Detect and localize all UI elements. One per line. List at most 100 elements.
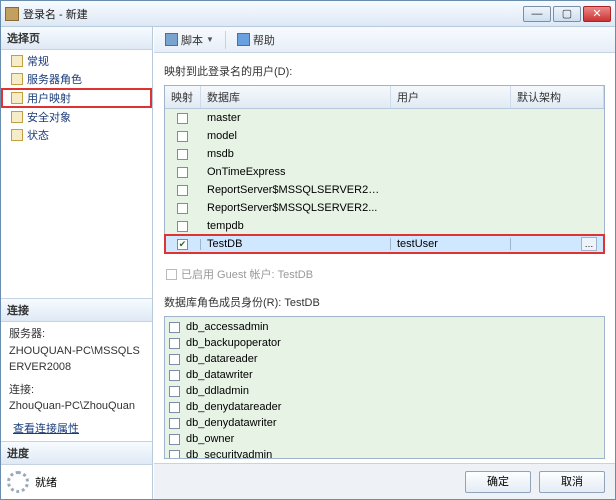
window-title: 登录名 - 新建 xyxy=(23,6,523,22)
mapping-row[interactable]: model xyxy=(165,127,604,145)
col-db-header[interactable]: 数据库 xyxy=(201,86,391,108)
role-row[interactable]: db_datareader xyxy=(169,351,600,367)
ok-button[interactable]: 确定 xyxy=(465,471,531,493)
content: 映射到此登录名的用户(D): 映射 数据库 用户 默认架构 master mode… xyxy=(154,53,615,463)
sidebar-item-user-mapping[interactable]: 用户映射 xyxy=(1,88,152,108)
page-icon xyxy=(11,129,23,141)
dialog-window: 登录名 - 新建 — ▢ ✕ 选择页 常规 服务器角色 用户映射 安全对象 状态… xyxy=(0,0,616,500)
map-checkbox[interactable] xyxy=(177,167,188,178)
cancel-button[interactable]: 取消 xyxy=(539,471,605,493)
map-checkbox[interactable] xyxy=(177,185,188,196)
role-row[interactable]: db_accessadmin xyxy=(169,319,600,335)
role-checkbox[interactable] xyxy=(169,338,180,349)
sidebar-item-label: 安全对象 xyxy=(27,109,71,125)
db-name-cell: master xyxy=(201,112,391,124)
role-checkbox[interactable] xyxy=(169,450,180,460)
dialog-body: 选择页 常规 服务器角色 用户映射 安全对象 状态 连接 服务器: ZHOUQU… xyxy=(1,27,615,499)
db-name-cell: msdb xyxy=(201,148,391,160)
db-name-cell: ReportServer$MSSQLSERVER2... xyxy=(201,202,391,214)
role-checkbox[interactable] xyxy=(169,354,180,365)
role-name: db_denydatareader xyxy=(186,401,281,413)
connection-section: 连接 服务器: ZHOUQUAN-PC\MSSQLSERVER2008 连接: … xyxy=(1,298,152,441)
sidebar-item-label: 服务器角色 xyxy=(27,71,82,87)
minimize-button[interactable]: — xyxy=(523,6,551,22)
user-cell[interactable]: testUser xyxy=(391,238,511,250)
server-label: 服务器: xyxy=(9,326,144,343)
role-row[interactable]: db_securityadmin xyxy=(169,447,600,459)
script-label: 脚本 xyxy=(181,32,203,48)
mapping-row[interactable]: tempdb xyxy=(165,217,604,235)
progress-spinner-icon xyxy=(7,471,29,493)
page-icon xyxy=(11,92,23,104)
map-checkbox[interactable] xyxy=(177,221,188,232)
mapping-grid-body: master model msdb OnTimeExpress ReportServer… xyxy=(165,109,604,253)
map-checkbox[interactable] xyxy=(177,203,188,214)
mapping-row[interactable]: TestDBtestUser… xyxy=(165,235,604,253)
titlebar[interactable]: 登录名 - 新建 — ▢ ✕ xyxy=(1,1,615,27)
role-row[interactable]: db_denydatawriter xyxy=(169,415,600,431)
role-checkbox[interactable] xyxy=(169,386,180,397)
script-button[interactable]: 脚本▼ xyxy=(160,29,219,51)
page-icon xyxy=(11,111,23,123)
mapping-section-label: 映射到此登录名的用户(D): xyxy=(164,63,605,79)
sidebar-item-status[interactable]: 状态 xyxy=(1,126,152,144)
sidebar-item-label: 常规 xyxy=(27,53,49,69)
role-name: db_denydatawriter xyxy=(186,417,277,429)
schema-cell[interactable]: … xyxy=(511,237,604,251)
conn-label: 连接: xyxy=(9,382,144,399)
progress-section: 进度 就绪 xyxy=(1,441,152,499)
window-buttons: — ▢ ✕ xyxy=(523,6,611,22)
map-checkbox[interactable] xyxy=(177,149,188,160)
maximize-button[interactable]: ▢ xyxy=(553,6,581,22)
map-checkbox[interactable] xyxy=(177,113,188,124)
pages-header: 选择页 xyxy=(1,27,152,50)
db-name-cell: OnTimeExpress xyxy=(201,166,391,178)
script-icon xyxy=(165,33,178,46)
role-row[interactable]: db_denydatareader xyxy=(169,399,600,415)
role-checkbox[interactable] xyxy=(169,322,180,333)
sidebar-item-general[interactable]: 常规 xyxy=(1,52,152,70)
page-icon xyxy=(11,55,23,67)
close-button[interactable]: ✕ xyxy=(583,6,611,22)
dialog-footer: 确定 取消 xyxy=(154,463,615,499)
help-button[interactable]: 帮助 xyxy=(232,29,280,51)
mapping-row[interactable]: ReportServer$MSSQLSERVER2008 xyxy=(165,181,604,199)
main-panel: 脚本▼ 帮助 映射到此登录名的用户(D): 映射 数据库 用户 默认架构 mas… xyxy=(153,27,615,499)
progress-status: 就绪 xyxy=(35,474,57,490)
role-row[interactable]: db_backupoperator xyxy=(169,335,600,351)
db-name-cell: ReportServer$MSSQLSERVER2008 xyxy=(201,184,391,196)
guest-label: 已启用 Guest 帐户: TestDB xyxy=(181,266,313,282)
conn-value: ZhouQuan-PC\ZhouQuan xyxy=(9,398,144,415)
roles-list: db_accessadmindb_backupoperatordb_datare… xyxy=(164,316,605,459)
server-value: ZHOUQUAN-PC\MSSQLSERVER2008 xyxy=(9,343,144,376)
browse-schema-button[interactable]: … xyxy=(581,237,597,251)
col-schema-header[interactable]: 默认架构 xyxy=(511,86,604,108)
pages-tree: 常规 服务器角色 用户映射 安全对象 状态 xyxy=(1,50,152,146)
mapping-row[interactable]: msdb xyxy=(165,145,604,163)
col-user-header[interactable]: 用户 xyxy=(391,86,511,108)
col-map-header[interactable]: 映射 xyxy=(165,86,201,108)
sidebar-item-securables[interactable]: 安全对象 xyxy=(1,108,152,126)
mapping-row[interactable]: ReportServer$MSSQLSERVER2... xyxy=(165,199,604,217)
map-checkbox[interactable] xyxy=(177,131,188,142)
role-checkbox[interactable] xyxy=(169,418,180,429)
toolbar: 脚本▼ 帮助 xyxy=(154,27,615,53)
view-connection-properties-link[interactable]: 查看连接属性 xyxy=(13,421,79,438)
role-name: db_datawriter xyxy=(186,369,253,381)
toolbar-separator xyxy=(225,31,226,49)
sidebar-item-server-roles[interactable]: 服务器角色 xyxy=(1,70,152,88)
role-row[interactable]: db_ddladmin xyxy=(169,383,600,399)
role-row[interactable]: db_owner xyxy=(169,431,600,447)
role-checkbox[interactable] xyxy=(169,402,180,413)
page-icon xyxy=(11,73,23,85)
role-name: db_securityadmin xyxy=(186,449,272,459)
role-checkbox[interactable] xyxy=(169,434,180,445)
map-checkbox[interactable] xyxy=(177,239,188,250)
role-name: db_ddladmin xyxy=(186,385,249,397)
sidebar-item-label: 用户映射 xyxy=(27,90,71,106)
mapping-row[interactable]: OnTimeExpress xyxy=(165,163,604,181)
app-icon xyxy=(5,7,19,21)
mapping-row[interactable]: master xyxy=(165,109,604,127)
role-checkbox[interactable] xyxy=(169,370,180,381)
role-row[interactable]: db_datawriter xyxy=(169,367,600,383)
